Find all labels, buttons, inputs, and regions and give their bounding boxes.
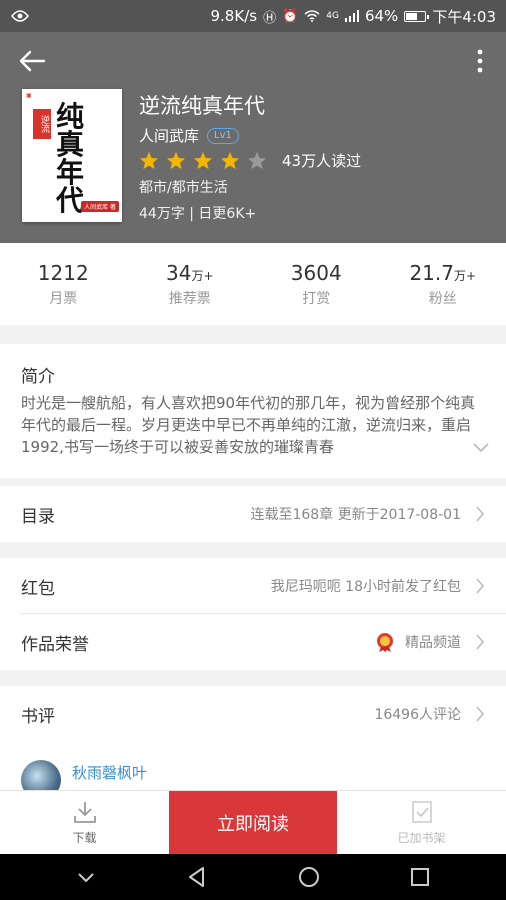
reviews-title: 书评 [21,706,55,727]
author-name[interactable]: 人间武库 [139,125,199,146]
alarm-icon: ⏰ [282,8,299,24]
readers-count: 43万人读过 [282,152,362,170]
cover-tag: 逆流 [33,109,51,139]
stat-suffix: 万+ [191,269,214,283]
cover-title: 纯 真 年 代 [56,103,84,215]
cover-title-line: 代 [56,184,85,217]
read-now-button[interactable]: 立即阅读 [169,791,337,854]
home-nav-icon[interactable] [297,865,321,889]
catalog-status: 连载至168章 更新于2017-08-01 [250,507,461,523]
cover-title-line: 真 [56,128,85,161]
recents-nav-icon[interactable] [408,865,432,889]
rating-row: 43万人读过 [139,150,361,171]
system-nav-bar [0,854,506,900]
book-cover[interactable]: ▣ 逆流 纯 真 年 代 人间武库 著 [22,89,122,222]
book-header: ▣ 逆流 纯 真 年 代 人间武库 著 逆流纯真年代 人间武库 Lv1 43万人… [0,32,506,243]
download-label: 下载 [72,831,97,845]
signal-icon [344,10,359,22]
stats-bar: 1212 月票 34万+ 推荐票 3604 打赏 21.7万+ 粉丝 [0,243,506,325]
word-count-info: 44万字 | 日更6K+ [139,206,257,222]
clock: 下午4:03 [432,7,496,26]
bookshelf-check-icon [411,801,432,823]
chevron-down-icon[interactable] [472,442,490,454]
stat-value: 1212 [37,261,89,285]
honor-row[interactable]: 作品荣誉 精品频道 [0,614,506,670]
back-nav-icon[interactable] [185,865,209,889]
catalog-row[interactable]: 目录 连载至168章 更新于2017-08-01 [0,486,506,542]
stat-label: 推荐票 [168,291,211,307]
intro-heading: 简介 [21,367,55,387]
more-options-icon[interactable] [470,46,490,76]
stat-rewards[interactable]: 3604 打赏 [253,243,380,325]
stat-label: 月票 [49,291,78,307]
battery-icon [404,10,430,22]
reviews-value: 16496人评论 [374,704,485,724]
redpacket-info: 我尼玛呃呃 18小时前发了红包 [270,579,461,595]
medal-icon [377,633,393,652]
cover-publisher-logo: ▣ [26,92,32,99]
stat-label: 打赏 [302,291,331,307]
wifi-icon [304,10,320,22]
stat-fans[interactable]: 21.7万+ 粉丝 [380,243,506,325]
added-shelf-label: 已加书架 [397,831,446,845]
star-filled-icon [167,151,185,169]
stat-value: 3604 [290,261,342,285]
stat-label: 粉丝 [428,291,457,307]
reviews-count: 16496人评论 [374,707,461,723]
author-row[interactable]: 人间武库 Lv1 [139,125,239,146]
network-type: 4G [326,10,339,21]
network-speed: 9.8K/s [210,7,258,25]
stat-recommend-tickets[interactable]: 34万+ 推荐票 [127,243,254,325]
star-empty-icon [248,151,266,169]
chevron-right-icon [476,634,485,650]
back-arrow-icon[interactable] [14,46,50,76]
stat-suffix: 万+ [453,269,477,283]
honor-title: 作品荣誉 [21,634,89,655]
author-level-badge: Lv1 [207,127,239,144]
chevron-right-icon [476,706,485,722]
star-filled-icon [140,151,158,169]
bottom-action-bar: 下载 立即阅读 已加书架 [0,790,506,854]
intro-section[interactable]: 简介 时光是一艘航船，有人喜欢把90年代初的那几年，视为曾经那个纯真年代的最后一… [0,344,506,478]
star-filled-icon [221,151,239,169]
cover-author-stamp: 人间武库 著 [81,201,119,212]
stat-monthly-tickets[interactable]: 1212 月票 [0,243,127,325]
reviewer-name[interactable]: 秋雨磬枫叶 [72,762,147,783]
download-icon [73,802,96,823]
battery-percent: 64% [364,7,399,25]
added-to-shelf-button[interactable]: 已加书架 [337,791,506,854]
hide-nav-icon[interactable] [74,865,98,889]
redpacket-row[interactable]: 红包 我尼玛呃呃 18小时前发了红包 [0,558,506,614]
reviews-row[interactable]: 书评 16496人评论 [0,686,506,742]
data-saver-icon: Ⓗ [263,10,277,26]
cover-title-line: 年 [56,156,85,189]
cover-title-line: 纯 [56,100,85,133]
redpacket-title: 红包 [21,578,55,599]
notification-icon [10,10,30,22]
honor-label: 精品频道 [405,635,461,651]
rating-stars [139,151,274,171]
book-title: 逆流纯真年代 [139,94,265,118]
stat-value: 34 [165,261,192,285]
catalog-title: 目录 [21,506,55,527]
honor-value: 精品频道 [375,632,485,652]
book-category: 都市/都市生活 [139,180,228,196]
stat-value: 21.7 [409,261,454,285]
catalog-value: 连载至168章 更新于2017-08-01 [250,504,485,524]
redpacket-value: 我尼玛呃呃 18小时前发了红包 [271,576,485,596]
status-bar: 9.8K/s Ⓗ ⏰ 4G 64% 下午4:03 [0,0,506,32]
review-item[interactable]: 秋雨磬枫叶 [0,742,506,800]
chevron-right-icon [476,506,485,522]
chevron-right-icon [476,578,485,594]
download-button[interactable]: 下载 [0,791,169,854]
star-filled-icon [194,151,212,169]
